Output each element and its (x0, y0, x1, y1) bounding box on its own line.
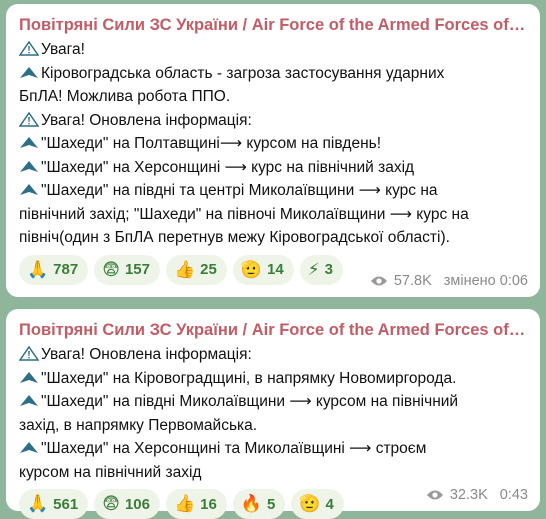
warning-sign-icon (19, 346, 39, 361)
message-line: "Шахеди" на Кіровоградщині, в напрямку Н… (19, 367, 528, 391)
reaction-button[interactable]: 🙏 561 (19, 489, 89, 519)
reaction-count: 16 (200, 495, 217, 513)
message-text: Увага! Кіровоградська область - загроза з… (19, 38, 528, 250)
drone-icon (20, 184, 38, 195)
reaction-count: 14 (267, 261, 284, 278)
message-line-text: "Шахеди" на Полтавщині⟶ курсом на півден… (41, 135, 382, 152)
message-line: Кіровоградська область - загроза застосу… (19, 62, 528, 86)
message-time: змінено 0:06 (443, 273, 528, 289)
message-line: "Шахеди" на Полтавщині⟶ курсом на півден… (19, 132, 528, 156)
reaction-button[interactable]: 🫡 14 (232, 254, 294, 285)
warning-sign-icon (19, 111, 39, 127)
message-line: Увага! Оновлена інформація: (19, 343, 528, 367)
reaction-emoji-icon: 🫡 (240, 259, 262, 279)
reaction-count: 787 (53, 261, 79, 278)
views-count: 57.8K (393, 273, 432, 289)
views-count: 32.3K (449, 487, 488, 503)
reaction-count: 5 (267, 495, 276, 513)
message-line-text: захід, в напрямку Первомайська. (19, 416, 258, 434)
message-line: "Шахеди" на Херсонщині та Миколаївщині ⟶… (19, 437, 528, 461)
message-text: Увага! Оновлена інформація: "Шахеди" на К… (19, 343, 528, 484)
reaction-count: 25 (200, 261, 217, 278)
drone-icon (20, 66, 38, 78)
message-line-text: Кіровоградська область - загроза застосу… (41, 64, 445, 82)
message-meta: 57.8K змінено 0:06 (370, 273, 528, 289)
message-bubble: Повітряні Сили ЗС України / Air Force of… (6, 4, 540, 297)
reaction-button[interactable]: 😨 157 (94, 254, 160, 285)
reaction-count: 4 (325, 495, 334, 513)
message-line: "Шахеди" на півдні Миколаївщини ⟶ курсом… (19, 390, 528, 414)
reaction-emoji-icon: 🙏 (27, 494, 49, 513)
reaction-button[interactable]: 🙏 787 (19, 254, 89, 285)
reaction-button[interactable]: 😨 106 (94, 489, 160, 519)
warning-sign-icon (19, 41, 39, 56)
message-line: Увага! (19, 38, 528, 62)
message-meta: 32.3K 0:43 (426, 487, 528, 503)
reaction-emoji-icon: 🫡 (299, 494, 321, 513)
message-line-text: "Шахеди" на Херсонщині та Миколаївщині ⟶… (41, 440, 427, 457)
views-eye-icon (370, 276, 387, 286)
message-line-text: курсом на північний захід (19, 463, 202, 481)
reaction-button[interactable]: 🫡 4 (291, 489, 344, 519)
message-line-text: північний захід; "Шахеди" на півночі Мик… (19, 205, 469, 223)
reaction-button[interactable]: 🔥 5 (232, 489, 286, 519)
message-bubble: Повітряні Сили ЗС України / Air Force of… (6, 309, 540, 519)
drone-icon (20, 160, 38, 172)
message-line-text: "Шахеди" на півдні та центрі Миколаївщин… (41, 182, 438, 199)
reaction-emoji-icon: 👍 (173, 259, 196, 279)
message-line: Увага! Оновлена інформація: (19, 109, 528, 133)
channel-name-link[interactable]: Повітряні Сили ЗС України / Air Force of… (19, 319, 528, 341)
message-line: північний захід; "Шахеди" на півночі Мик… (19, 203, 528, 227)
message-line: "Шахеди" на Херсонщині ⟶ курс на північн… (19, 156, 528, 180)
reaction-emoji-icon: ⚡ (307, 259, 320, 279)
reaction-emoji-icon: 😨 (102, 494, 120, 513)
message-line-text: "Шахеди" на Херсонщині ⟶ курс на північн… (41, 158, 415, 176)
message-line: захід, в напрямку Первомайська. (19, 414, 528, 438)
message-line-text: північ(один з БпЛА перетнув межу Кіровог… (19, 229, 450, 246)
message-line: "Шахеди" на півдні та центрі Миколаївщин… (19, 179, 528, 203)
channel-name-link[interactable]: Повітряні Сили ЗС України / Air Force of… (19, 14, 528, 36)
views-eye-icon (426, 490, 443, 500)
message-line-text: Увага! Оновлена інформація: (41, 346, 252, 363)
reaction-button[interactable]: 👍 16 (165, 489, 227, 519)
reaction-count: 561 (53, 495, 79, 513)
drone-icon (20, 395, 38, 406)
message-line-text: Увага! (41, 41, 85, 58)
message-line-text: "Шахеди" на Кіровоградщині, в напрямку Н… (41, 369, 457, 387)
message-line-text: "Шахеди" на півдні Миколаївщини ⟶ курсом… (41, 393, 459, 410)
reaction-count: 3 (324, 261, 333, 278)
message-line: БпЛА! Можлива робота ППО. (19, 85, 528, 109)
reaction-emoji-icon: 👍 (173, 494, 196, 513)
drone-icon (20, 371, 38, 383)
reaction-emoji-icon: 😨 (102, 259, 120, 279)
message-line-text: Увага! Оновлена інформація: (41, 111, 252, 129)
reaction-count: 157 (124, 261, 150, 278)
drone-icon (20, 137, 38, 148)
drone-icon (20, 442, 38, 453)
reaction-emoji-icon: 🙏 (27, 259, 49, 279)
message-line-text: БпЛА! Можлива робота ППО. (19, 88, 231, 105)
reaction-count: 106 (124, 495, 150, 513)
message-line: північ(один з БпЛА перетнув межу Кіровог… (19, 226, 528, 250)
reaction-button[interactable]: 👍 25 (165, 254, 227, 285)
reaction-emoji-icon: 🔥 (240, 494, 262, 513)
message-line: курсом на північний захід (19, 461, 528, 485)
message-time: 0:43 (499, 487, 528, 503)
reaction-button[interactable]: ⚡ 3 (299, 254, 343, 285)
